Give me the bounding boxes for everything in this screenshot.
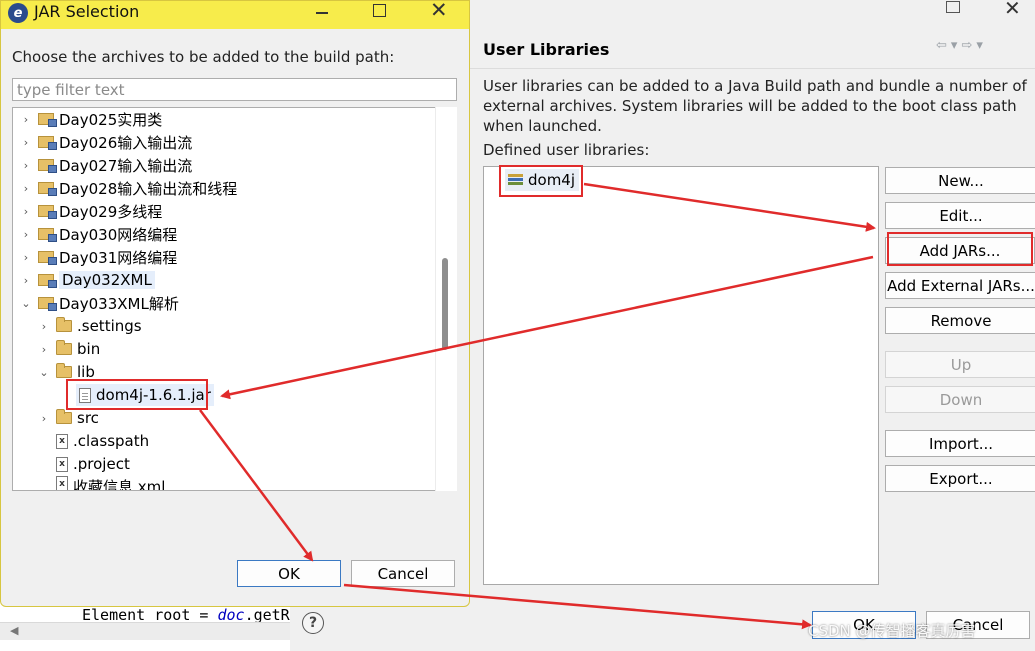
expand-chevron-icon[interactable]: › — [20, 274, 32, 287]
tree-item[interactable]: › Day032XML — [20, 269, 155, 291]
tree-item[interactable]: › .settings — [38, 315, 142, 337]
project-folder-icon — [38, 297, 57, 311]
project-folder-icon — [38, 228, 57, 242]
project-folder-icon — [38, 113, 57, 127]
page-description: User libraries can be added to a Java Bu… — [483, 77, 1027, 135]
forward-arrow-icon[interactable]: ⇨ — [961, 38, 972, 53]
help-icon[interactable]: ? — [302, 612, 324, 634]
project-folder-icon — [38, 136, 57, 150]
close-icon[interactable]: ✕ — [430, 0, 448, 22]
expand-chevron-icon[interactable]: › — [38, 320, 50, 333]
tree-item[interactable]: › Day029多线程 — [20, 200, 162, 222]
folder-icon — [56, 340, 72, 355]
tree-item[interactable]: › Day027输入输出流 — [20, 154, 192, 176]
up-button[interactable]: Up — [885, 351, 1035, 378]
maximize-icon[interactable] — [946, 1, 960, 13]
close-icon[interactable]: ✕ — [1004, 0, 1021, 20]
x-file-icon: x — [56, 433, 68, 449]
forward-menu-chevron-icon[interactable]: ▾ — [976, 38, 983, 53]
collapse-chevron-icon[interactable]: ⌄ — [20, 297, 32, 310]
project-folder-icon — [38, 251, 57, 265]
highlight-add-jars — [887, 232, 1033, 266]
tree-item[interactable]: › Day026输入输出流 — [20, 131, 192, 153]
back-menu-chevron-icon[interactable]: ▾ — [951, 38, 958, 53]
page-title: User Libraries — [483, 40, 610, 59]
project-folder-icon — [38, 182, 57, 196]
expand-chevron-icon[interactable]: › — [38, 412, 50, 425]
x-file-icon: x — [56, 456, 68, 472]
folder-icon — [56, 363, 72, 378]
expand-chevron-icon[interactable]: › — [20, 251, 32, 264]
tree-item[interactable]: › src — [38, 407, 99, 429]
expand-chevron-icon[interactable]: › — [20, 182, 32, 195]
tree-item[interactable]: › Day031网络编程 — [20, 246, 177, 268]
title-divider — [470, 68, 1035, 69]
edit-library-button[interactable]: Edit... — [885, 202, 1035, 229]
watermark: CSDN @传智播客真厉害 — [808, 622, 976, 640]
user-libraries-list[interactable] — [483, 166, 879, 585]
tree-item[interactable]: x .project — [56, 453, 130, 475]
expand-chevron-icon[interactable]: › — [38, 343, 50, 356]
tree-item[interactable]: ⌄ Day033XML解析 — [20, 292, 178, 314]
add-external-jars-button[interactable]: Add External JARs... — [885, 272, 1035, 299]
x-file-icon: x — [56, 476, 68, 490]
highlight-library — [499, 165, 583, 197]
project-folder-icon — [38, 274, 57, 288]
editor-horizontal-scrollbar[interactable]: ◀ — [0, 622, 290, 640]
folder-icon — [56, 317, 72, 332]
back-arrow-icon[interactable]: ⇦ — [936, 38, 947, 53]
expand-chevron-icon[interactable]: › — [20, 228, 32, 241]
dialog-title: JAR Selection — [34, 2, 140, 21]
project-folder-icon — [38, 205, 57, 219]
jar-ok-button[interactable]: OK — [237, 560, 341, 587]
tree-item[interactable]: › bin — [38, 338, 100, 360]
dialog-prompt: Choose the archives to be added to the b… — [12, 48, 395, 66]
export-button[interactable]: Export... — [885, 465, 1035, 492]
collapse-chevron-icon[interactable]: ⌄ — [38, 366, 50, 379]
tree-item[interactable]: › Day025实用类 — [20, 108, 162, 130]
expand-chevron-icon[interactable]: › — [20, 205, 32, 218]
expand-chevron-icon[interactable]: › — [20, 159, 32, 172]
tree-scrollbar-thumb[interactable] — [442, 258, 448, 350]
project-folder-icon — [38, 159, 57, 173]
new-library-button[interactable]: New... — [885, 167, 1035, 194]
tree-item[interactable]: x 收藏信息.xml — [56, 476, 165, 490]
tree-item[interactable]: › Day028输入输出流和线程 — [20, 177, 237, 199]
tree-item[interactable]: x .classpath — [56, 430, 149, 452]
minimize-icon[interactable] — [316, 12, 328, 14]
defined-libraries-label: Defined user libraries: — [483, 141, 650, 159]
folder-icon — [56, 409, 72, 424]
tree-item[interactable]: › Day030网络编程 — [20, 223, 177, 245]
history-navigation: ⇦ ▾ ⇨ ▾ — [936, 38, 987, 53]
remove-button[interactable]: Remove — [885, 307, 1035, 334]
maximize-icon[interactable] — [373, 4, 386, 17]
eclipse-icon: e — [8, 3, 28, 23]
highlight-jar-file — [66, 379, 208, 410]
jar-cancel-button[interactable]: Cancel — [351, 560, 455, 587]
expand-chevron-icon[interactable]: › — [20, 113, 32, 126]
filter-input[interactable] — [12, 78, 457, 101]
expand-chevron-icon[interactable]: › — [20, 136, 32, 149]
import-button[interactable]: Import... — [885, 430, 1035, 457]
scroll-left-icon[interactable]: ◀ — [10, 624, 18, 637]
down-button[interactable]: Down — [885, 386, 1035, 413]
